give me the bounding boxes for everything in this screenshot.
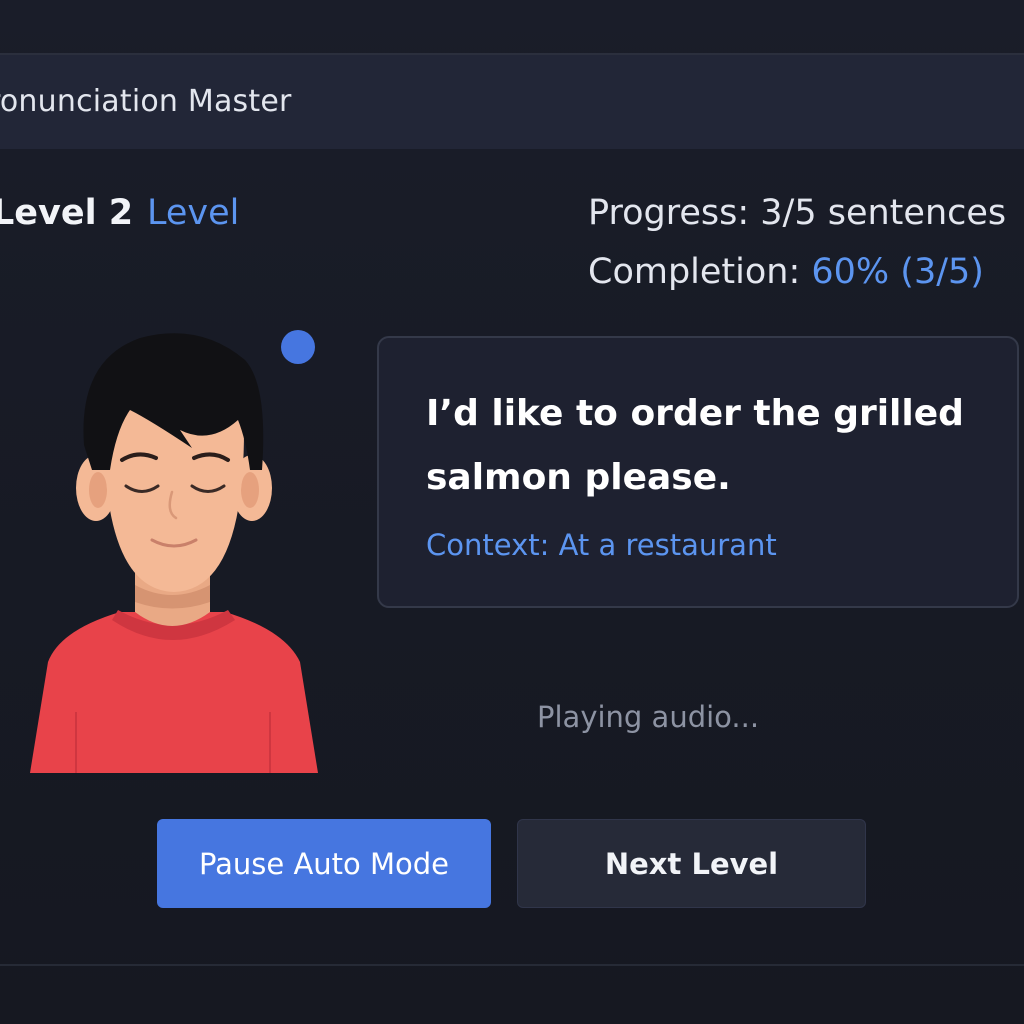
avatar	[30, 330, 318, 773]
next-level-button[interactable]: Next Level	[517, 819, 866, 908]
progress-text: Progress: 3/5 sentences	[588, 193, 1007, 233]
app-title: ronunciation Master	[0, 84, 292, 119]
blue-dot-indicator-icon	[281, 330, 315, 364]
person-avatar-icon	[30, 333, 318, 773]
sentence-card: I’d like to order the grilled salmon ple…	[377, 336, 1019, 608]
level-link[interactable]: Level	[147, 193, 239, 233]
level-label: Level 2	[0, 193, 134, 233]
completion-line: Completion: 60% (3/5)	[588, 252, 984, 292]
sentence-text: I’d like to order the grilled salmon ple…	[426, 393, 964, 498]
app-window: ronunciation Master Level 2 Level Progre…	[0, 0, 1024, 1024]
completion-value: 60% (3/5)	[811, 252, 984, 292]
bottom-divider	[0, 964, 1024, 966]
context-text: Context: At a restaurant	[426, 528, 777, 562]
completion-label: Completion:	[588, 252, 812, 292]
pause-auto-mode-button[interactable]: Pause Auto Mode	[157, 819, 491, 908]
audio-status: Playing audio...	[537, 700, 760, 734]
